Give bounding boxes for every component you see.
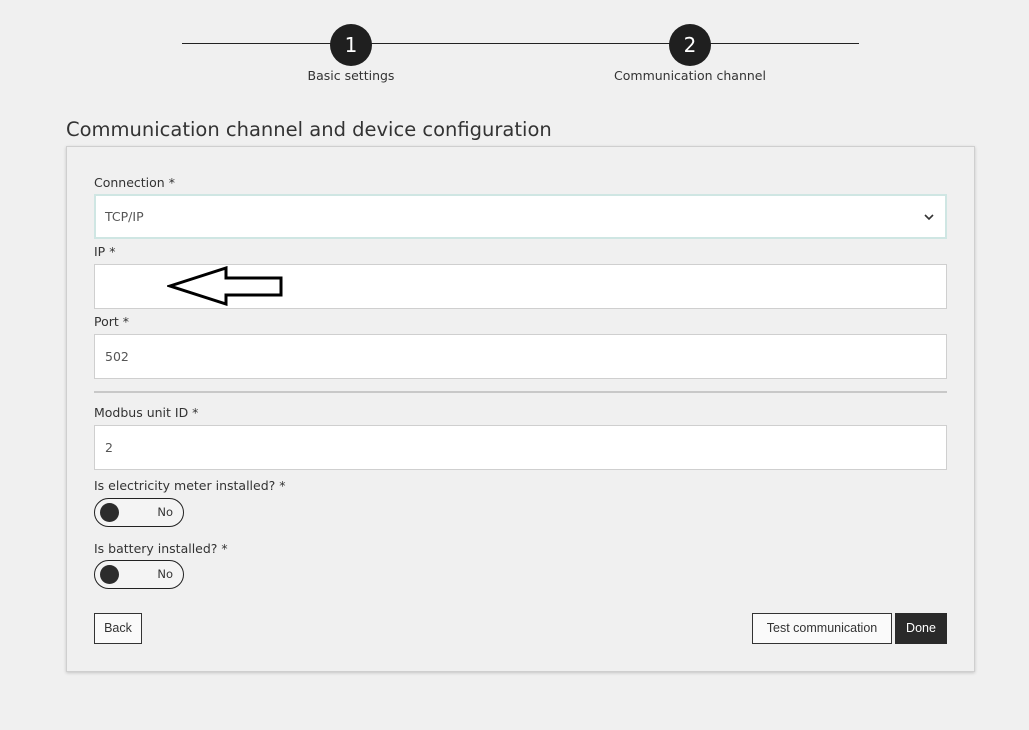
chevron-down-icon	[924, 214, 934, 221]
connection-value: TCP/IP	[105, 209, 144, 224]
port-input[interactable]: 502	[94, 334, 947, 379]
done-button[interactable]: Done	[895, 613, 947, 644]
electricity-meter-toggle[interactable]: No	[94, 498, 184, 527]
battery-label: Is battery installed? *	[94, 541, 228, 556]
electricity-meter-label: Is electricity meter installed? *	[94, 478, 286, 493]
toggle-state: No	[157, 567, 173, 581]
toggle-knob	[100, 503, 119, 522]
step-basic-settings[interactable]: 1 Basic settings	[251, 24, 451, 83]
arrow-left-annotation-icon	[167, 266, 283, 306]
port-label: Port *	[94, 314, 130, 329]
battery-toggle[interactable]: No	[94, 560, 184, 589]
ip-label: IP *	[94, 244, 116, 259]
back-button[interactable]: Back	[94, 613, 142, 644]
step-label: Basic settings	[307, 68, 395, 83]
modbus-unit-id-input[interactable]: 2	[94, 425, 947, 470]
configuration-card: Connection * TCP/IP IP * Port * 502 Modb…	[66, 146, 975, 672]
connection-select[interactable]: TCP/IP	[94, 194, 947, 239]
toggle-state: No	[157, 505, 173, 519]
test-communication-button[interactable]: Test communication	[752, 613, 892, 644]
connection-label: Connection *	[94, 175, 175, 190]
section-divider	[94, 391, 947, 393]
step-number: 2	[669, 24, 711, 66]
step-number: 1	[330, 24, 372, 66]
page-title: Communication channel and device configu…	[66, 118, 552, 141]
stepper: 1 Basic settings 2 Communication channel	[0, 0, 1029, 100]
step-communication-channel[interactable]: 2 Communication channel	[590, 24, 790, 83]
modbus-label: Modbus unit ID *	[94, 405, 199, 420]
step-label: Communication channel	[614, 68, 766, 83]
toggle-knob	[100, 565, 119, 584]
